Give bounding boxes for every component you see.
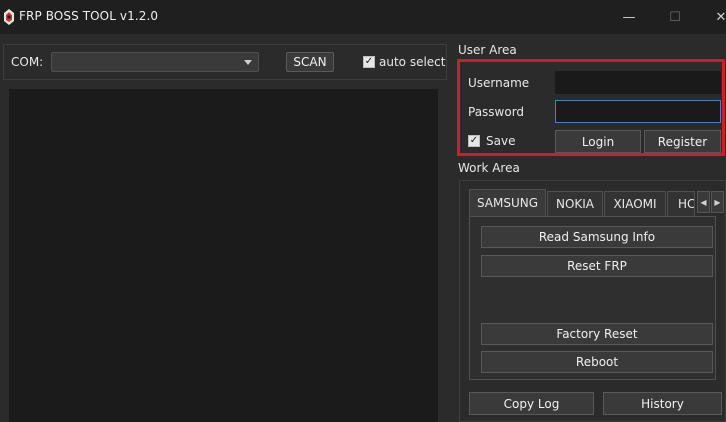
samsung-tab-panel: Read Samsung Info Reset FRP Factory Rese… [469, 216, 716, 380]
tab-scroll-left-button[interactable]: ◀ [697, 191, 710, 213]
auto-select-checkbox[interactable]: ✓ [363, 56, 375, 68]
com-label: COM: [11, 55, 44, 69]
username-input[interactable] [555, 71, 721, 94]
minimize-icon: — [622, 9, 636, 25]
password-label: Password [468, 105, 525, 119]
read-samsung-info-button[interactable]: Read Samsung Info [481, 226, 713, 248]
close-icon: ✕ [715, 9, 726, 25]
scan-button[interactable]: SCAN [286, 52, 334, 72]
user-area-title: User Area [458, 43, 517, 57]
copy-log-button[interactable]: Copy Log [469, 392, 594, 415]
com-toolbar: COM: SCAN ✓ auto select [3, 44, 447, 80]
register-button[interactable]: Register [644, 130, 721, 153]
login-button[interactable]: Login [555, 130, 641, 153]
reset-frp-button[interactable]: Reset FRP [481, 255, 713, 277]
app-logo-icon [4, 9, 14, 25]
maximize-icon: ☐ [669, 9, 681, 25]
tab-nokia[interactable]: NOKIA [547, 191, 603, 216]
work-area-title: Work Area [458, 161, 520, 175]
title-bar: FRP BOSS TOOL v1.2.0 — ☐ ✕ [0, 0, 726, 34]
history-button[interactable]: History [603, 392, 722, 415]
auto-select-label: auto select [379, 55, 446, 69]
user-area-group: Username Password ✓ Save Login Register [457, 59, 725, 156]
tab-scroll-right-button[interactable]: ▶ [711, 191, 724, 213]
minimize-button[interactable]: — [606, 0, 652, 34]
password-input[interactable] [555, 100, 721, 123]
tab-xiaomi[interactable]: XIAOMI [604, 191, 666, 216]
save-label: Save [486, 134, 516, 148]
save-checkbox[interactable]: ✓ [468, 135, 480, 147]
arrow-left-icon: ◀ [700, 197, 707, 207]
brand-tab-strip: SAMSUNG NOKIA XIAOMI HC ◀ ▶ [469, 189, 726, 216]
tab-hc[interactable]: HC [667, 191, 695, 216]
close-button[interactable]: ✕ [698, 0, 726, 34]
work-area-group: SAMSUNG NOKIA XIAOMI HC ◀ ▶ Read Samsung… [459, 180, 726, 422]
com-port-select[interactable] [51, 52, 259, 72]
maximize-button[interactable]: ☐ [652, 0, 698, 34]
reboot-button[interactable]: Reboot [481, 351, 713, 373]
factory-reset-button[interactable]: Factory Reset [481, 323, 713, 345]
chevron-down-icon [244, 60, 252, 65]
window-title: FRP BOSS TOOL v1.2.0 [19, 9, 159, 23]
username-label: Username [468, 76, 530, 90]
tab-samsung[interactable]: SAMSUNG [469, 189, 546, 216]
arrow-right-icon: ▶ [714, 197, 721, 207]
log-output-panel[interactable] [9, 89, 438, 422]
